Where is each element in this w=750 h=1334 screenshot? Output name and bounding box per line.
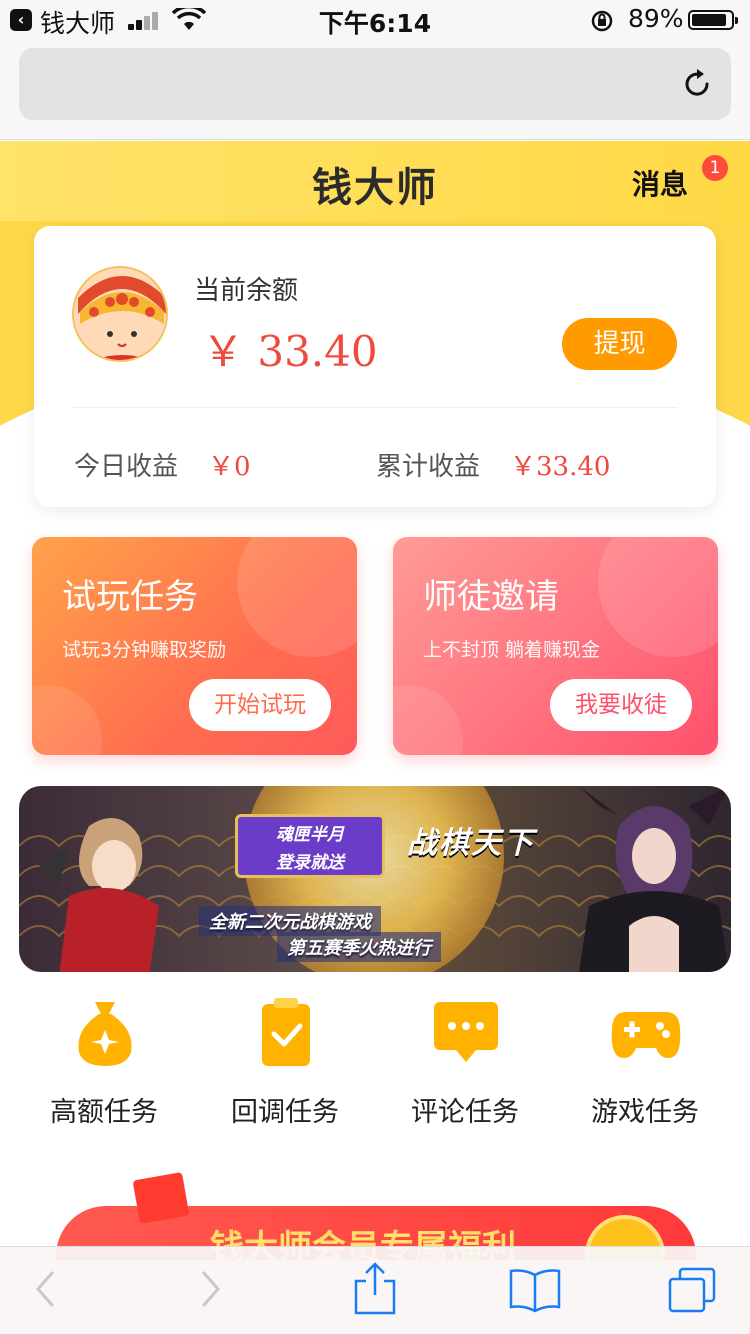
category-label: 回调任务: [231, 1097, 339, 1128]
trial-task-card[interactable]: 试玩任务 试玩3分钟赚取奖励 开始试玩: [32, 537, 357, 755]
start-trial-button[interactable]: 开始试玩: [189, 679, 331, 731]
comment-icon: [434, 1002, 498, 1062]
category-comment[interactable]: 评论任务: [375, 996, 555, 1136]
today-earnings-value: ￥0: [208, 452, 251, 482]
invite-task-subtitle: 上不封顶 躺着赚现金: [423, 639, 601, 661]
address-bar[interactable]: [19, 48, 731, 120]
balance-label: 当前余额: [194, 276, 299, 306]
category-callback[interactable]: 回调任务: [195, 996, 375, 1136]
messages-button[interactable]: 消息: [632, 163, 688, 203]
recruit-apprentice-button[interactable]: 我要收徒: [550, 679, 692, 731]
category-label: 高额任务: [50, 1097, 158, 1128]
promo-box-line1: 魂匣半月: [276, 825, 344, 845]
today-earnings-label: 今日收益: [74, 452, 179, 482]
browser-address-area: [0, 40, 750, 140]
back-icon[interactable]: [30, 1267, 60, 1311]
trial-task-title: 试玩任务: [62, 577, 198, 617]
promo-box-line2: 登录就送: [276, 853, 344, 873]
game-ad-banner[interactable]: 魂匣半月 登录就送 战棋天下 全新二次元战棋游戏 第五赛季火热进行: [19, 786, 731, 972]
messages-badge: 1: [702, 155, 728, 181]
bookmarks-icon[interactable]: [508, 1267, 562, 1313]
category-high-value[interactable]: 高额任务: [14, 996, 194, 1136]
total-earnings-value: ￥33.40: [510, 452, 611, 482]
gamepad-icon: [611, 1012, 681, 1058]
clipboard-check-icon: [262, 998, 310, 1066]
battery-icon: [688, 10, 738, 30]
share-icon[interactable]: [352, 1261, 398, 1317]
reload-icon[interactable]: [679, 66, 715, 102]
balance-card: 当前余额 ￥ 33.40 提现 今日收益 ￥0 累计收益 ￥33.40: [34, 226, 716, 507]
anime-girl-illustration: [39, 818, 159, 972]
balance-value: ￥ 33.40: [202, 327, 378, 376]
banner-tagline-2: 第五赛季火热进行: [277, 932, 441, 962]
forward-icon[interactable]: [196, 1267, 226, 1311]
vampire-girl-illustration: [579, 786, 729, 972]
trial-task-subtitle: 试玩3分钟赚取奖励: [62, 639, 227, 661]
task-category-grid: 高额任务 回调任务 评论任务 游戏任务: [0, 996, 750, 1136]
promo-box: 魂匣半月 登录就送: [235, 814, 385, 878]
total-earnings-label: 累计收益: [376, 452, 481, 482]
invite-task-card[interactable]: 师徒邀请 上不封顶 躺着赚现金 我要收徒: [393, 537, 718, 755]
rotation-lock-icon: [591, 10, 613, 32]
withdraw-button[interactable]: 提现: [562, 318, 677, 370]
category-label: 游戏任务: [591, 1097, 699, 1128]
category-game[interactable]: 游戏任务: [555, 996, 735, 1136]
tabs-icon[interactable]: [666, 1265, 718, 1315]
invite-task-title: 师徒邀请: [423, 577, 559, 617]
money-bag-icon: [78, 1002, 132, 1066]
divider: [72, 407, 678, 408]
browser-toolbar: [0, 1246, 750, 1334]
battery-percent: 89%: [628, 4, 684, 33]
status-bar: ‹ 钱大师 下午6:14 89%: [0, 0, 750, 40]
avatar: [72, 266, 168, 362]
game-logo: 战棋天下: [407, 826, 535, 861]
category-label: 评论任务: [411, 1097, 519, 1128]
red-envelope-icon: [132, 1171, 190, 1225]
